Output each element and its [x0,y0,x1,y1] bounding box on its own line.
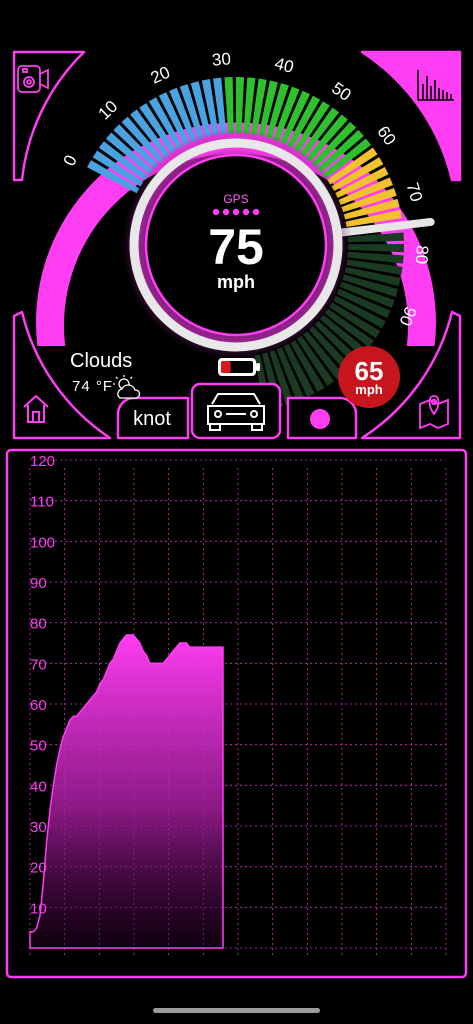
gps-label: GPS [223,192,249,206]
speed-limit-badge[interactable]: 65 mph [338,346,400,408]
gauge-tick-label: 30 [211,49,231,69]
speed-unit: mph [217,272,255,292]
partly-cloudy-icon [113,375,141,399]
gauge-segment [347,243,404,253]
chart-y-tick-label: 40 [30,778,47,795]
gps-dot [232,208,240,216]
gps-dot [242,208,250,216]
chart-y-tick-label: 120 [30,453,55,470]
gauge-tick-label: 10 [95,97,122,124]
gps-dot [212,208,220,216]
gauge-tick-label: 60 [373,122,399,148]
gauge-tick-label: 50 [328,79,354,105]
battery-low-icon [218,358,260,376]
gauge-tick-label: 70 [403,180,427,204]
gauge-tick-label: 20 [148,63,173,88]
chart-y-tick-label: 70 [30,656,47,673]
chart-y-tick-label: 100 [30,534,55,551]
speed-limit-unit: mph [355,381,383,397]
speed-limit-value: 65 [354,355,384,386]
chart-y-tick-label: 80 [30,616,47,633]
weather-condition: Clouds [70,350,133,372]
chart-y-tick-label: 90 [30,575,47,592]
gps-dot [252,208,260,216]
car-button[interactable] [190,382,282,440]
chart-y-tick-label: 30 [30,819,47,836]
record-dot-icon [310,409,330,429]
chart-y-tick-label: 20 [30,860,47,877]
chart-y-tick-label: 110 [30,494,54,511]
chart-y-tick-label: 60 [30,697,47,714]
gauge-tick-label: 80 [412,245,432,265]
gauge-tick-label: 0 [60,152,81,169]
unit-toggle-label[interactable]: knot [118,408,186,431]
chart-y-tick-label: 10 [30,900,47,917]
speedometer-screen: 0 10 20 30 40 50 60 70 80 90 100 110 120 [5,49,468,979]
weather-temperature: 74 °F [72,378,114,395]
chart-y-tick-label: 50 [30,738,47,755]
current-speed: 75 [208,219,264,275]
gauge-tick-label: 40 [273,54,296,77]
home-indicator[interactable] [153,1008,320,1013]
gps-dot [222,208,230,216]
